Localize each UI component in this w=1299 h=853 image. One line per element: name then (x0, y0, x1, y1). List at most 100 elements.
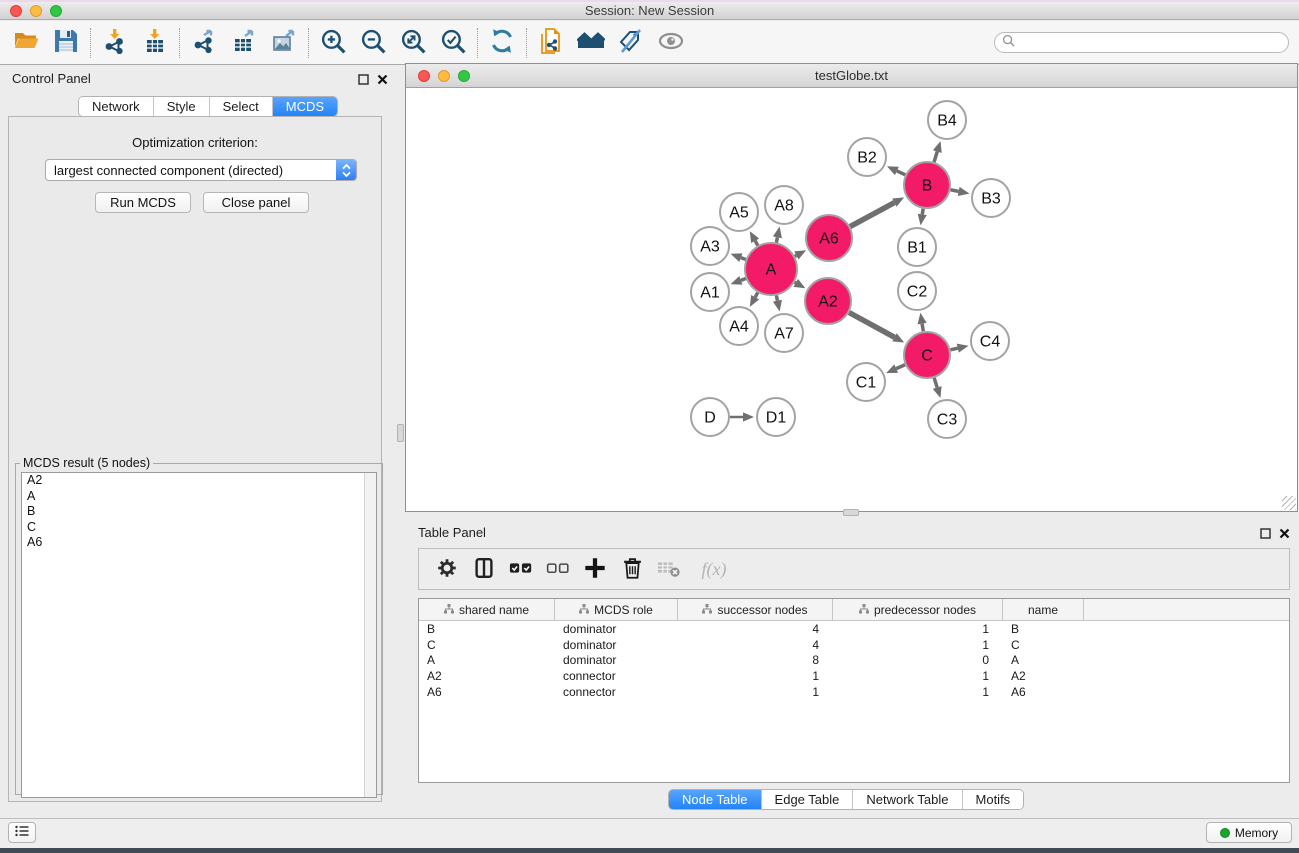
zoom-fit-button[interactable] (393, 25, 433, 61)
table-panel-float-button[interactable] (1259, 527, 1272, 540)
edge-C-C1[interactable] (896, 365, 905, 369)
tab-mcds[interactable]: MCDS (273, 97, 337, 116)
minimize-window-button[interactable] (30, 5, 42, 17)
network-close-button[interactable] (418, 70, 430, 82)
show-column-button[interactable] (470, 555, 498, 583)
cell[interactable]: dominator (555, 638, 678, 652)
delete-row-button[interactable] (618, 555, 646, 583)
tab-edge-table[interactable]: Edge Table (762, 790, 854, 809)
cyndex-browse-button[interactable] (571, 25, 611, 61)
cell[interactable]: A6 (1003, 685, 1084, 699)
control-panel-float-button[interactable] (357, 73, 370, 86)
cell[interactable]: dominator (555, 653, 678, 667)
edge-A-A4[interactable] (755, 293, 758, 298)
edge-A-A5[interactable] (755, 241, 758, 246)
delete-table-button[interactable] (655, 555, 683, 583)
edge-A-A7[interactable] (776, 295, 777, 300)
table-row-a[interactable]: Adominator80A (419, 653, 1289, 669)
edge-A-A3[interactable] (741, 258, 746, 260)
edge-A-A6[interactable] (795, 255, 797, 256)
cell[interactable]: connector (555, 685, 678, 699)
zoom-in-button[interactable] (313, 25, 353, 61)
refresh-button[interactable] (482, 25, 522, 61)
cell[interactable]: 4 (678, 638, 833, 652)
result-item-a2[interactable]: A2 (22, 473, 376, 489)
cell[interactable]: 1 (678, 669, 833, 683)
window-resize-grip[interactable] (1282, 496, 1296, 510)
cell[interactable]: 1 (833, 638, 1003, 652)
cell[interactable]: 4 (678, 622, 833, 636)
zoom-selected-button[interactable] (433, 25, 473, 61)
edge-C-C3[interactable] (934, 378, 937, 388)
share-network-button[interactable] (531, 25, 571, 61)
edge-A-A8[interactable] (776, 237, 777, 242)
function-builder-button[interactable]: f(x) (692, 555, 736, 583)
edge-B-B4[interactable] (934, 152, 937, 163)
table-row-b[interactable]: Bdominator41B (419, 621, 1289, 637)
vertical-splitter-handle[interactable] (397, 424, 404, 442)
import-table-button[interactable] (135, 25, 175, 61)
close-window-button[interactable] (10, 5, 22, 17)
column-header-successor-nodes[interactable]: successor nodes (678, 599, 833, 620)
export-image-button[interactable] (264, 25, 304, 61)
tab-node-table[interactable]: Node Table (669, 790, 762, 809)
search-box[interactable] (994, 32, 1289, 53)
cell[interactable]: 1 (833, 669, 1003, 683)
edge-A-A1[interactable] (741, 279, 746, 281)
cell[interactable]: C (1003, 638, 1084, 652)
cell[interactable]: B (419, 622, 555, 636)
cell[interactable]: A (1003, 653, 1084, 667)
edge-B-B1[interactable] (922, 209, 923, 215)
close-panel-button[interactable]: Close panel (203, 192, 309, 213)
search-input[interactable] (1019, 36, 1288, 50)
cell[interactable]: 0 (833, 653, 1003, 667)
tab-network-table[interactable]: Network Table (853, 790, 962, 809)
node-table[interactable]: shared nameMCDS rolesuccessor nodesprede… (418, 598, 1290, 783)
cell[interactable]: A (419, 653, 555, 667)
unselect-all-button[interactable] (544, 555, 572, 583)
network-zoom-button[interactable] (458, 70, 470, 82)
edge-C-C2[interactable] (922, 324, 923, 332)
network-minimize-button[interactable] (438, 70, 450, 82)
result-item-c[interactable]: C (22, 520, 376, 536)
tab-network[interactable]: Network (79, 97, 154, 116)
column-header-predecessor-nodes[interactable]: predecessor nodes (833, 599, 1003, 620)
table-row-c[interactable]: Cdominator41C (419, 637, 1289, 653)
cell[interactable]: 1 (833, 685, 1003, 699)
memory-button[interactable]: Memory (1206, 822, 1292, 843)
show-graphics-button[interactable] (651, 25, 691, 61)
table-settings-button[interactable] (433, 555, 461, 583)
add-row-button[interactable] (581, 555, 609, 583)
export-table-button[interactable] (224, 25, 264, 61)
mcds-result-list[interactable]: A2ABCA6 (21, 472, 377, 798)
export-network-button[interactable] (184, 25, 224, 61)
result-item-b[interactable]: B (22, 504, 376, 520)
cell[interactable]: 1 (678, 685, 833, 699)
hide-labels-button[interactable] (611, 25, 651, 61)
cell[interactable]: 1 (833, 622, 1003, 636)
table-row-a6[interactable]: A6connector11A6 (419, 684, 1289, 700)
control-panel-close-button[interactable] (376, 73, 389, 86)
cell[interactable]: C (419, 638, 555, 652)
edge-C-C4[interactable] (950, 348, 957, 350)
run-mcds-button[interactable]: Run MCDS (95, 192, 191, 213)
table-row-a2[interactable]: A2connector11A2 (419, 668, 1289, 684)
cell[interactable]: 8 (678, 653, 833, 667)
import-network-button[interactable] (95, 25, 135, 61)
cell[interactable]: dominator (555, 622, 678, 636)
edge-B-B2[interactable] (897, 171, 905, 175)
tab-motifs[interactable]: Motifs (963, 790, 1024, 809)
column-header-shared-name[interactable]: shared name (419, 599, 555, 620)
edge-A2-C[interactable] (849, 312, 894, 337)
criterion-select[interactable]: largest connected component (directed) (45, 159, 357, 181)
result-item-a[interactable]: A (22, 489, 376, 505)
horizontal-splitter-handle[interactable] (843, 509, 859, 516)
column-header-MCDS-role[interactable]: MCDS role (555, 599, 678, 620)
task-history-button[interactable] (8, 822, 36, 843)
column-header-name[interactable]: name (1003, 599, 1084, 620)
cell[interactable]: B (1003, 622, 1084, 636)
table-panel-close-button[interactable] (1278, 527, 1291, 540)
network-canvas[interactable]: AA6A2BCA5A8A3A1A4A7B2B4B3B1C2C4C1C3DD1 (406, 88, 1297, 511)
cell[interactable]: connector (555, 669, 678, 683)
cell[interactable]: A2 (1003, 669, 1084, 683)
